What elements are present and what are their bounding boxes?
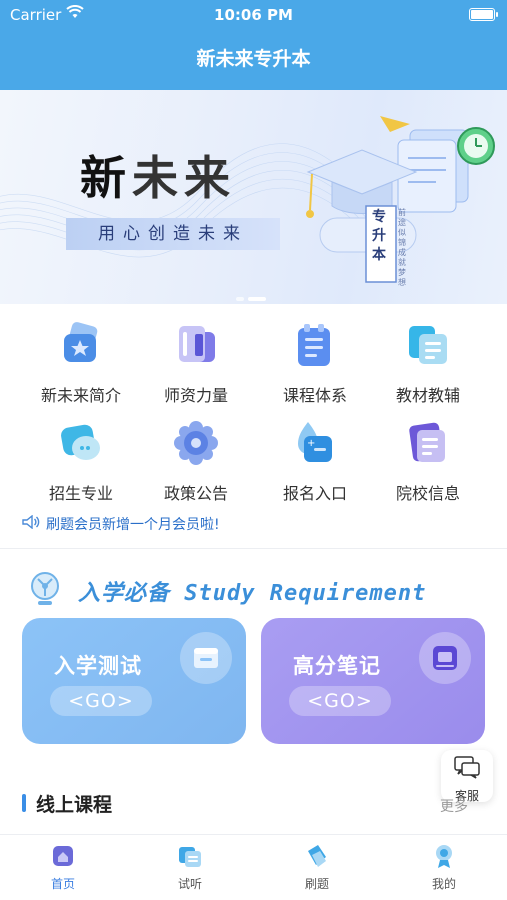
- documents-icon: [403, 322, 453, 368]
- tab-practice[interactable]: 刷题: [254, 843, 380, 892]
- battery-icon: [469, 8, 498, 21]
- customer-service-button[interactable]: 客服: [441, 750, 493, 803]
- banner-title: 新未来: [80, 142, 236, 208]
- grid-item-teachers[interactable]: 师资力量: [133, 322, 259, 406]
- clipboard-icon: [290, 322, 340, 368]
- grid-item-signup[interactable]: + 报名入口: [252, 420, 378, 504]
- banner-badge: 专升本: [372, 209, 386, 263]
- id-card-icon: [403, 420, 453, 466]
- tab-label: 试听: [177, 877, 202, 891]
- banner-slogan: 用心创造未来: [66, 218, 280, 250]
- banner-side-text: 前途似锦 成就梦想: [398, 208, 406, 287]
- online-courses-title: 线上课程: [36, 794, 113, 816]
- carousel-indicator: [236, 286, 270, 304]
- grid-item-majors[interactable]: 招生专业: [18, 420, 144, 504]
- heading-accent-bar: [22, 794, 26, 812]
- gear-flower-icon: [171, 420, 221, 466]
- tab-bar: 首页 试听 刷题 我的: [0, 834, 507, 900]
- chat-icon: [454, 756, 480, 779]
- more-link[interactable]: 更多: [440, 796, 468, 816]
- chat-bubble-icon: [56, 420, 106, 466]
- notice-text: 刷题会员新增一个月会员啦!: [46, 517, 220, 533]
- tab-trial[interactable]: 试听: [127, 843, 253, 892]
- grid-item-policy[interactable]: 政策公告: [133, 420, 259, 504]
- banner-carousel[interactable]: 新未来 用心创造未来 专升本 前途似锦 成就梦想: [0, 90, 507, 304]
- tab-label: 刷题: [304, 877, 329, 891]
- grid-item-label: 报名入口: [282, 484, 347, 503]
- speaker-icon: [22, 514, 40, 533]
- grid-item-intro[interactable]: 新未来简介: [18, 322, 144, 406]
- star-card-icon: [56, 322, 106, 368]
- tab-label: 我的: [431, 877, 456, 891]
- study-heading-text: 入学必备 Study Requirement: [78, 581, 427, 606]
- grid-item-curriculum[interactable]: 课程体系: [252, 322, 378, 406]
- study-heading: 入学必备 Study Requirement: [26, 571, 486, 611]
- svg-text:+: +: [307, 438, 315, 449]
- grid-item-label: 师资力量: [163, 386, 228, 405]
- home-icon: [50, 843, 76, 869]
- grid-item-label: 招生专业: [48, 484, 113, 503]
- book-icon: [171, 322, 221, 368]
- grid-item-label: 新未来简介: [40, 386, 121, 405]
- profile-icon: [431, 843, 457, 869]
- status-bar: Carrier 10:06 PM: [0, 0, 507, 30]
- signup-card-icon: +: [290, 420, 340, 466]
- notes-card-icon: [419, 632, 471, 684]
- graduation-cap-illustration: [306, 116, 495, 283]
- tab-home[interactable]: 首页: [0, 843, 126, 892]
- notice-bar[interactable]: 刷题会员新增一个月会员啦!: [22, 514, 220, 534]
- grid-item-label: 政策公告: [163, 484, 228, 503]
- entrance-test-card[interactable]: 入学测试 <GO>: [22, 618, 246, 744]
- fan-icon: [31, 572, 59, 605]
- section-divider: [0, 548, 507, 549]
- go-button[interactable]: <GO>: [289, 686, 391, 716]
- grid-item-label: 课程体系: [282, 386, 347, 405]
- grid-item-label: 教材教辅: [395, 386, 460, 405]
- go-button[interactable]: <GO>: [50, 686, 152, 716]
- card-title: 入学测试: [54, 654, 142, 678]
- nav-title: 新未来专升本: [0, 30, 507, 90]
- banner-title-a: 新: [80, 151, 132, 205]
- grid-item-materials[interactable]: 教材教辅: [365, 322, 491, 406]
- clock: 10:06 PM: [214, 6, 293, 24]
- notes-card[interactable]: 高分笔记 <GO>: [261, 618, 485, 744]
- trial-icon: [177, 843, 203, 869]
- card-title: 高分笔记: [293, 654, 381, 678]
- tab-label: 首页: [50, 877, 75, 891]
- tab-mine[interactable]: 我的: [381, 843, 507, 892]
- grid-item-colleges[interactable]: 院校信息: [365, 420, 491, 504]
- test-card-icon: [180, 632, 232, 684]
- practice-icon: [304, 843, 330, 869]
- grid-item-label: 院校信息: [395, 484, 460, 503]
- banner-title-b: 未来: [132, 151, 236, 205]
